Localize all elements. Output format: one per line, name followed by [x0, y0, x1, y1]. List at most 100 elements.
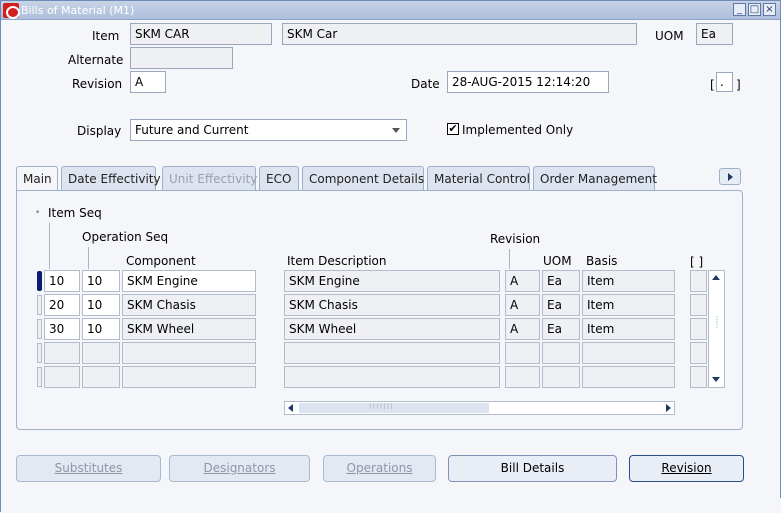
designators-button: Designators [169, 455, 310, 482]
basis-cell[interactable]: Item [582, 318, 675, 340]
flex-cell[interactable] [690, 342, 707, 364]
description-cell[interactable]: SKM Wheel [284, 318, 500, 340]
item-seq-cell[interactable]: 10 [44, 270, 80, 292]
tab-order-management[interactable]: Order Management [533, 166, 657, 190]
uom-field[interactable]: Ea [696, 23, 733, 45]
tab-main[interactable]: Main [16, 166, 58, 191]
flex-cell[interactable] [690, 366, 707, 388]
scroll-down-icon[interactable] [709, 373, 724, 387]
operation-seq-cell[interactable]: 10 [82, 294, 120, 316]
revision-button[interactable]: Revision [629, 455, 744, 482]
implemented-only-checkbox[interactable]: ✔ [447, 123, 459, 135]
operation-seq-header: Operation Seq [82, 230, 169, 244]
operation-seq-cell[interactable] [82, 342, 120, 364]
item-description-header: Item Description [287, 254, 387, 268]
substitutes-button: Substitutes [16, 455, 161, 482]
bills-of-material-window: Bills of Material (M1) _ □ × Item SKM CA… [0, 0, 781, 513]
operations-button-label: Operations [346, 461, 413, 475]
component-cell[interactable] [122, 366, 256, 388]
bill-details-button[interactable]: Bill Details [448, 455, 617, 482]
close-icon[interactable]: × [763, 3, 776, 16]
row-marker[interactable] [37, 343, 42, 363]
component-cell[interactable]: SKM Wheel [122, 318, 256, 340]
revision-button-label: Revision [661, 461, 712, 475]
uom-cell[interactable] [542, 366, 580, 388]
scroll-up-icon[interactable] [709, 271, 724, 285]
maximize-icon[interactable]: □ [748, 3, 761, 16]
item-label: Item [92, 29, 120, 43]
uom-cell[interactable]: Ea [542, 294, 580, 316]
uom-cell[interactable] [542, 342, 580, 364]
revision-header: Revision [490, 232, 541, 246]
component-cell[interactable]: SKM Engine [122, 270, 256, 292]
operation-seq-cell[interactable]: 10 [82, 270, 120, 292]
revision-cell[interactable]: A [505, 294, 540, 316]
revision-cell[interactable]: A [505, 270, 540, 292]
component-header: Component [126, 254, 196, 268]
date-field[interactable]: 28-AUG-2015 12:14:20 [447, 71, 609, 93]
designators-button-label: Designators [203, 461, 276, 475]
horizontal-scroll-thumb[interactable]: ⁝⁝⁝⁝⁝⁝⁝ [299, 402, 489, 413]
basis-header: Basis [586, 254, 618, 268]
minimize-icon[interactable]: _ [733, 3, 746, 16]
row-marker[interactable] [37, 295, 42, 315]
oracle-logo-icon [3, 3, 20, 19]
row-marker-current[interactable] [37, 271, 42, 291]
flex-cell[interactable] [690, 294, 707, 316]
grid-vertical-scrollbar[interactable]: ⋮ ⋮ [708, 270, 725, 388]
grid-horizontal-scrollbar[interactable]: ⁝⁝⁝⁝⁝⁝⁝ [284, 401, 675, 415]
basis-cell[interactable] [582, 342, 675, 364]
bill-details-button-label: Bill Details [500, 461, 565, 475]
flex-bracket-open: [ [710, 78, 715, 92]
item-seq-header: Item Seq [48, 206, 102, 220]
component-cell[interactable] [122, 342, 256, 364]
row-marker[interactable] [37, 367, 42, 387]
tab-component-details[interactable]: Component Details [302, 166, 424, 190]
revision-cell[interactable] [505, 342, 540, 364]
tab-scroll-right-icon[interactable] [719, 168, 741, 185]
description-cell[interactable] [284, 342, 500, 364]
component-cell[interactable]: SKM Chasis [122, 294, 256, 316]
item-seq-cell[interactable]: 20 [44, 294, 80, 316]
item-seq-cell[interactable] [44, 342, 80, 364]
operation-seq-guide [88, 247, 89, 269]
uom-header: UOM [543, 254, 572, 268]
description-cell[interactable]: SKM Engine [284, 270, 500, 292]
bullet-icon: • [35, 208, 41, 218]
uom-cell[interactable]: Ea [542, 318, 580, 340]
display-select-value: Future and Current [135, 123, 249, 137]
display-select[interactable]: Future and Current [130, 119, 407, 141]
uom-cell[interactable]: Ea [542, 270, 580, 292]
basis-cell[interactable]: Item [582, 270, 675, 292]
item-seq-cell[interactable] [44, 366, 80, 388]
tab-material-control[interactable]: Material Control [427, 166, 530, 190]
alternate-label: Alternate [68, 53, 124, 67]
tab-date-effectivity[interactable]: Date Effectivity [61, 166, 161, 190]
row-marker[interactable] [37, 319, 42, 339]
item-seq-cell[interactable]: 30 [44, 318, 80, 340]
description-cell[interactable]: SKM Chasis [284, 294, 500, 316]
substitutes-button-label: Substitutes [54, 461, 123, 475]
revision-field[interactable]: A [130, 71, 166, 93]
revision-cell[interactable]: A [505, 318, 540, 340]
scroll-grip-icon: ⋮ ⋮ [713, 315, 721, 329]
revision-cell[interactable] [505, 366, 540, 388]
revision-guide [509, 249, 510, 269]
scroll-grip-icon: ⁝⁝⁝⁝⁝⁝⁝ [369, 402, 394, 411]
item-description-field[interactable]: SKM Car [282, 23, 637, 45]
description-cell[interactable] [284, 366, 500, 388]
title-bar[interactable]: Bills of Material (M1) _ □ × [1, 1, 780, 20]
operation-seq-cell[interactable]: 10 [82, 318, 120, 340]
operation-seq-cell[interactable] [82, 366, 120, 388]
item-seq-guide [49, 223, 50, 269]
bottom-strip [1, 498, 781, 513]
flex-cell[interactable] [690, 318, 707, 340]
item-field[interactable]: SKM CAR [130, 23, 272, 45]
descriptive-flexfield[interactable]: . [716, 72, 733, 92]
basis-cell[interactable] [582, 366, 675, 388]
uom-label: UOM [655, 29, 684, 43]
tab-eco[interactable]: ECO [259, 166, 299, 190]
alternate-field[interactable] [130, 47, 233, 69]
flex-cell[interactable] [690, 270, 707, 292]
basis-cell[interactable]: Item [582, 294, 675, 316]
